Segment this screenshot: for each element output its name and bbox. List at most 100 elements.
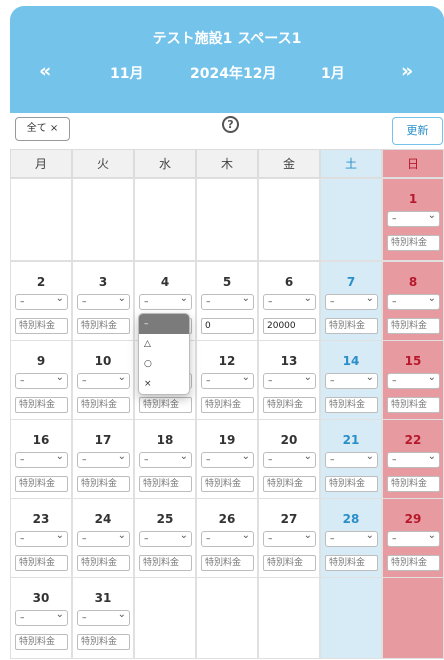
dropdown-option[interactable]: ○ — [139, 354, 189, 374]
special-price-input[interactable]: 20000 — [263, 318, 316, 334]
special-price-input[interactable]: 特別料金 — [15, 634, 68, 650]
availability-select[interactable]: – — [325, 371, 378, 389]
special-price-input[interactable]: 特別料金 — [387, 397, 440, 413]
day-number: 21 — [342, 433, 360, 447]
availability-select[interactable]: – — [263, 371, 316, 389]
calendar-day-cell: 27 – 特別料金 — [258, 498, 320, 581]
update-button[interactable]: 更新 — [392, 117, 443, 145]
prev-month-link[interactable]: 11月 — [110, 63, 143, 83]
special-price-input[interactable]: 特別料金 — [201, 397, 254, 413]
availability-select[interactable]: – — [15, 292, 68, 310]
availability-select[interactable]: – — [325, 450, 378, 468]
availability-select[interactable]: – — [77, 371, 130, 389]
special-price-input[interactable]: 特別料金 — [77, 318, 130, 334]
special-price-input[interactable]: 特別料金 — [325, 476, 378, 492]
availability-select[interactable]: – — [201, 529, 254, 547]
special-price-input[interactable]: 特別料金 — [139, 555, 192, 571]
availability-select[interactable]: – — [387, 450, 440, 468]
availability-select[interactable]: – — [15, 608, 68, 626]
availability-select[interactable]: – — [325, 292, 378, 310]
special-price-input[interactable]: 特別料金 — [387, 555, 440, 571]
calendar-empty-cell — [320, 178, 382, 261]
availability-select[interactable]: – — [77, 529, 130, 547]
calendar-day-cell: 22 – 特別料金 — [382, 419, 444, 502]
availability-select[interactable]: – — [201, 450, 254, 468]
special-price-input[interactable]: 特別料金 — [15, 555, 68, 571]
special-price-input[interactable]: 特別料金 — [387, 235, 440, 251]
special-price-input[interactable]: 特別料金 — [139, 476, 192, 492]
filter-all-button[interactable]: 全て × — [15, 117, 70, 141]
calendar-day-cell: 18 – 特別料金 — [134, 419, 196, 502]
availability-select[interactable]: – — [263, 292, 316, 310]
availability-select[interactable]: – — [15, 529, 68, 547]
calendar-empty-cell — [320, 577, 382, 659]
special-price-input[interactable]: 特別料金 — [387, 476, 440, 492]
dropdown-option[interactable]: × — [139, 374, 189, 394]
availability-select[interactable]: – — [77, 608, 130, 626]
availability-select[interactable]: – — [139, 450, 192, 468]
calendar-empty-cell — [134, 577, 196, 659]
day-number: 13 — [280, 354, 298, 368]
day-number: 6 — [284, 275, 294, 289]
day-number: 25 — [156, 512, 174, 526]
special-price-input[interactable]: 特別料金 — [325, 397, 378, 413]
special-price-input[interactable]: 特別料金 — [15, 476, 68, 492]
day-number: 5 — [222, 275, 232, 289]
special-price-input[interactable]: 特別料金 — [263, 555, 316, 571]
special-price-input[interactable]: 特別料金 — [325, 555, 378, 571]
special-price-input[interactable]: 特別料金 — [77, 476, 130, 492]
weekday-header: 土 — [320, 149, 382, 178]
day-number: 8 — [408, 275, 418, 289]
availability-select[interactable]: – — [263, 529, 316, 547]
special-price-input[interactable]: 特別料金 — [201, 476, 254, 492]
calendar-day-cell: 24 – 特別料金 — [72, 498, 134, 581]
next-month-link[interactable]: 1月 — [321, 63, 345, 83]
dropdown-option[interactable]: – — [139, 314, 189, 334]
day-number: 14 — [342, 354, 360, 368]
special-price-input[interactable]: 特別料金 — [387, 318, 440, 334]
day-number: 28 — [342, 512, 360, 526]
dropdown-option[interactable]: △ — [139, 334, 189, 354]
availability-select[interactable]: – — [139, 529, 192, 547]
day-number: 7 — [346, 275, 356, 289]
calendar-day-cell: 17 – 特別料金 — [72, 419, 134, 502]
special-price-input[interactable]: 特別料金 — [263, 397, 316, 413]
availability-select[interactable]: – — [77, 450, 130, 468]
availability-select[interactable]: – — [15, 450, 68, 468]
calendar-day-cell: 31 – 特別料金 — [72, 577, 134, 659]
calendar-day-cell: 8 – 特別料金 — [382, 261, 444, 344]
availability-select[interactable]: – — [77, 292, 130, 310]
calendar-day-cell: 25 – 特別料金 — [134, 498, 196, 581]
special-price-input[interactable]: 特別料金 — [325, 318, 378, 334]
availability-dropdown-menu[interactable]: – △ ○ × — [138, 313, 190, 395]
special-price-input[interactable]: 特別料金 — [15, 397, 68, 413]
next-month-arrow[interactable]: » — [401, 60, 413, 82]
weekday-header: 水 — [134, 149, 196, 178]
day-number: 29 — [404, 512, 422, 526]
day-number: 19 — [218, 433, 236, 447]
availability-select[interactable]: – — [325, 529, 378, 547]
special-price-input[interactable]: 特別料金 — [263, 476, 316, 492]
availability-select[interactable]: – — [201, 292, 254, 310]
special-price-input[interactable]: 特別料金 — [139, 397, 192, 413]
special-price-input[interactable]: 特別料金 — [15, 318, 68, 334]
special-price-input[interactable]: 特別料金 — [77, 555, 130, 571]
special-price-input[interactable]: 特別料金 — [77, 397, 130, 413]
weekday-header: 月 — [10, 149, 72, 178]
availability-select[interactable]: – — [139, 292, 192, 310]
special-price-input[interactable]: 0 — [201, 318, 254, 334]
help-icon[interactable]: ? — [222, 116, 239, 133]
availability-select[interactable]: – — [15, 371, 68, 389]
availability-select[interactable]: – — [201, 371, 254, 389]
availability-select[interactable]: – — [387, 529, 440, 547]
prev-month-arrow[interactable]: « — [39, 60, 51, 82]
availability-select[interactable]: – — [387, 371, 440, 389]
calendar-day-cell: 7 – 特別料金 — [320, 261, 382, 344]
availability-select[interactable]: – — [387, 209, 440, 227]
special-price-input[interactable]: 特別料金 — [77, 634, 130, 650]
special-price-input[interactable]: 特別料金 — [201, 555, 254, 571]
calendar-day-cell: 28 – 特別料金 — [320, 498, 382, 581]
availability-select[interactable]: – — [387, 292, 440, 310]
availability-select[interactable]: – — [263, 450, 316, 468]
page-title: テスト施設1 スペース1 — [152, 31, 302, 47]
